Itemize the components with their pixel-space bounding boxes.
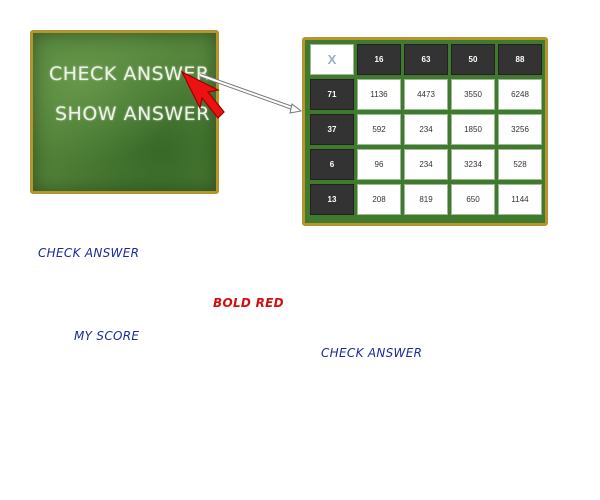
check-answer-label-1[interactable]: CHECK ANSWER	[38, 246, 139, 260]
answer-cell[interactable]: 3256	[498, 114, 542, 145]
answer-cell[interactable]: 208	[357, 184, 401, 215]
column-header: 50	[451, 44, 495, 75]
check-answer-label-2[interactable]: CHECK ANSWER	[321, 346, 422, 360]
close-icon[interactable]: X	[328, 52, 337, 67]
row-header: 37	[310, 114, 354, 145]
answer-cell[interactable]: 234	[404, 114, 448, 145]
answer-cell[interactable]: 592	[357, 114, 401, 145]
answer-cell[interactable]: 96	[357, 149, 401, 180]
answer-cell[interactable]: 1136	[357, 79, 401, 110]
answer-cell[interactable]: 6248	[498, 79, 542, 110]
pointer-arrow-icon	[180, 70, 225, 119]
answer-cell[interactable]: 3234	[451, 149, 495, 180]
answer-cell[interactable]: 3550	[451, 79, 495, 110]
column-header: 16	[357, 44, 401, 75]
answer-cell[interactable]: 650	[451, 184, 495, 215]
answer-cell[interactable]: 528	[498, 149, 542, 180]
answer-cell[interactable]: 234	[404, 149, 448, 180]
row-header: 71	[310, 79, 354, 110]
my-score-label: MY SCORE	[74, 329, 140, 343]
row-header: 6	[310, 149, 354, 180]
answer-cell[interactable]: 4473	[404, 79, 448, 110]
answer-cell[interactable]: 1850	[451, 114, 495, 145]
column-header: 63	[404, 44, 448, 75]
answer-cell[interactable]: 1144	[498, 184, 542, 215]
bold-red-label: BOLD RED	[213, 296, 284, 310]
column-header: 88	[498, 44, 542, 75]
answer-cell[interactable]: 819	[404, 184, 448, 215]
multiplication-grid: X 16 63 50 88 71 1136 4473 3550 6248 37 592 234 1850 3…	[302, 37, 548, 226]
grid-corner-cell: X	[310, 44, 354, 75]
row-header: 13	[310, 184, 354, 215]
